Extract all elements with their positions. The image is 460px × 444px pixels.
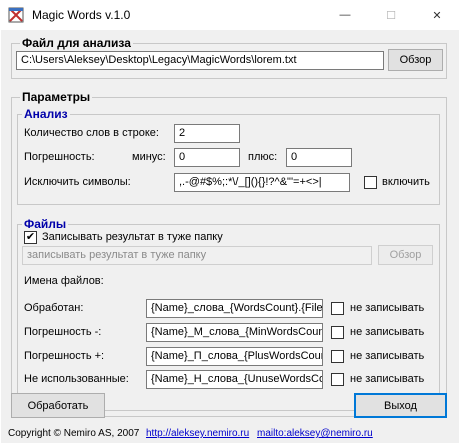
error-plus-skip-checkbox[interactable] [331,350,344,363]
files-group: Файлы ✔ Записывать результат в туже папк… [17,217,440,411]
unused-skip-checkbox[interactable] [331,373,344,386]
browse-folder-button[interactable]: Обзор [378,245,433,265]
site-link[interactable]: http://aleksey.nemiro.ru [146,428,249,439]
unused-name-input[interactable]: {Name}_Н_слова_{UnuseWordsCount} [146,370,323,389]
exclude-toggle-checkbox[interactable] [364,176,377,189]
plus-label: плюс: [248,151,278,163]
exclude-symbols-input[interactable]: ,.-@#$%;:*\/_[](){}!?^&"'=+<>| [174,173,350,192]
analysis-group-title: Анализ [22,107,70,121]
mail-link[interactable]: mailto:aleksey@nemiro.ru [257,428,373,439]
error-minus-name-label: Погрешность -: [24,326,102,338]
file-names-label: Имена файлов: [24,275,104,287]
unused-skip-label: не записывать [350,373,425,385]
file-group: Файл для анализа C:\Users\Aleksey\Deskto… [11,36,447,79]
processed-name-input[interactable]: {Name}_слова_{WordsCount}.{FileType} [146,299,323,318]
unused-name-label: Не использованные: [24,373,129,385]
error-plus-skip-label: не записывать [350,350,425,362]
exit-button[interactable]: Выход [354,393,447,418]
browse-file-button[interactable]: Обзор [388,49,443,71]
processed-name-label: Обработан: [24,302,84,314]
minus-input[interactable]: 0 [174,148,240,167]
processed-skip-label: не записывать [350,302,425,314]
error-minus-skip-checkbox[interactable] [331,326,344,339]
file-path-field[interactable]: C:\Users\Aleksey\Desktop\Legacy\MagicWor… [16,51,384,70]
close-button[interactable]: ✕ [414,0,460,30]
maximize-button[interactable]: ☐ [368,0,414,30]
window-title: Magic Words v.1.0 [32,8,131,22]
error-minus-name-input[interactable]: {Name}_М_слова_{MinWordsCount} [146,323,323,342]
footer: Copyright © Nemiro AS, 2007 http://aleks… [1,426,459,443]
minus-label: минус: [132,151,166,163]
error-label: Погрешность: [24,151,95,163]
error-plus-name-label: Погрешность +: [24,350,105,362]
analysis-group: Анализ Количество слов в строке: 2 Погре… [17,107,440,205]
title-bar[interactable]: Magic Words v.1.0 — ☐ ✕ [0,0,460,30]
same-folder-label: Записывать результат в туже папку [42,231,223,243]
parameters-group: Параметры Анализ Количество слов в строк… [11,90,447,417]
plus-input[interactable]: 0 [286,148,352,167]
output-folder-field[interactable]: записывать результат в туже папку [22,246,372,265]
parameters-group-title: Параметры [20,90,93,104]
app-icon [8,7,24,23]
same-folder-checkbox[interactable]: ✔ [24,231,37,244]
files-group-title: Файлы [22,217,69,231]
processed-skip-checkbox[interactable] [331,302,344,315]
exclude-toggle-label: включить [382,176,430,188]
file-group-title: Файл для анализа [20,36,133,50]
process-button[interactable]: Обработать [11,393,105,418]
words-count-input[interactable]: 2 [174,124,240,143]
error-plus-name-input[interactable]: {Name}_П_слова_{PlusWordsCount} [146,347,323,366]
dialog-body: Файл для анализа C:\Users\Aleksey\Deskto… [1,30,459,443]
error-minus-skip-label: не записывать [350,326,425,338]
words-count-label: Количество слов в строке: [24,127,159,139]
minimize-button[interactable]: — [322,0,368,30]
exclude-symbols-label: Исключить символы: [24,176,131,188]
copyright-text: Copyright © Nemiro AS, 2007 [8,428,140,439]
